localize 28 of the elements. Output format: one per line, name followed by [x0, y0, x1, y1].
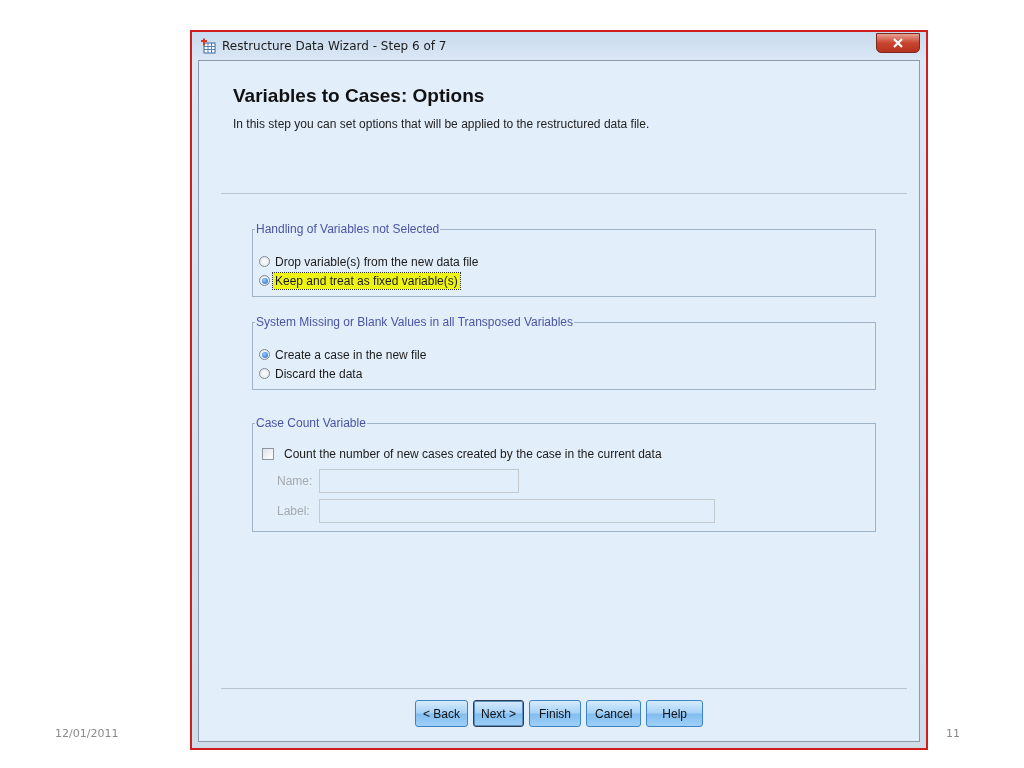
option-label[interactable]: Drop variable(s) from the new data file	[273, 253, 481, 270]
close-button[interactable]	[876, 33, 920, 53]
radio-button[interactable]	[259, 256, 270, 267]
option-label[interactable]: Discard the data	[273, 365, 365, 382]
close-icon	[892, 38, 904, 48]
wizard-button[interactable]: Finish	[529, 700, 581, 727]
option-label[interactable]: Keep and treat as fixed variable(s)	[273, 272, 460, 289]
field-label: Label:	[277, 504, 311, 518]
step-description: In this step you can set options that will be applied to the restructured data file.	[233, 117, 651, 131]
wizard-button[interactable]: Help	[646, 700, 704, 727]
radio-button[interactable]	[259, 275, 270, 286]
table-grid-icon	[200, 38, 216, 54]
option-label[interactable]: Create a case in the new file	[273, 346, 429, 363]
group-title: Case Count Variable	[255, 416, 367, 430]
window-title: Restructure Data Wizard - Step 6 of 7	[222, 39, 447, 53]
wizard-button[interactable]: Cancel	[586, 700, 642, 727]
radio-button[interactable]	[259, 368, 270, 379]
checkbox[interactable]	[262, 447, 274, 460]
group-title: Handling of Variables not Selected	[255, 222, 441, 236]
page-heading: Variables to Cases: Options	[233, 85, 486, 107]
group-title: System Missing or Blank Values in all Transposed Variables	[255, 315, 575, 329]
slide-number: 11	[945, 727, 960, 740]
field-label: Name:	[277, 474, 311, 488]
slide-date: 12/01/2011	[54, 727, 119, 740]
checkbox-label[interactable]: Count the number of new cases created by the case in the current data	[282, 445, 664, 462]
wizard-button[interactable]: Next >	[472, 700, 524, 727]
wizard-button[interactable]: < Back	[414, 700, 468, 727]
radio-button[interactable]	[259, 349, 270, 360]
